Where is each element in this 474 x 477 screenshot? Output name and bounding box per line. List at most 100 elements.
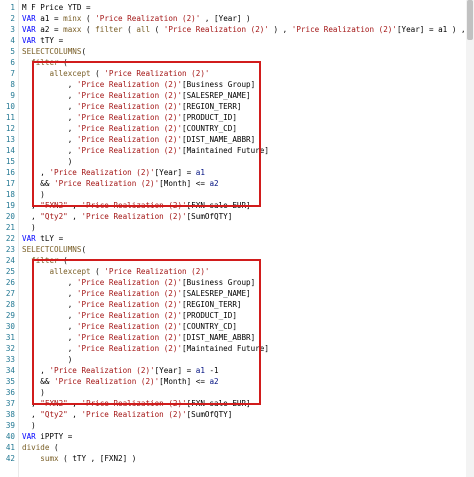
code-token: VAR: [22, 25, 36, 34]
line-number: 28: [5, 300, 15, 309]
code-text: ): [22, 156, 73, 167]
code-line[interactable]: 9 , 'Price Realization (2)'[SALESREP_NAM…: [0, 90, 474, 101]
code-token: ,: [67, 410, 82, 419]
code-line[interactable]: 2 VAR a1 = minx ( 'Price Realization (2)'…: [0, 13, 474, 24]
code-token: 'Price Realization (2)': [49, 366, 155, 375]
code-token: 'Price Realization (2)': [163, 25, 269, 34]
code-line[interactable]: 35 && 'Price Realization (2)'[Month] <= …: [0, 376, 474, 387]
code-line[interactable]: 15 ): [0, 156, 474, 167]
code-line[interactable]: 8 , 'Price Realization (2)'[Business Gro…: [0, 79, 474, 90]
code-line[interactable]: 7 allexcept ( 'Price Realization (2)': [0, 68, 474, 79]
line-number: 34: [5, 366, 15, 375]
code-token: ,: [22, 311, 77, 320]
code-line[interactable]: 41 divide (: [0, 442, 474, 453]
code-token: ,: [22, 344, 77, 353]
code-text: , 'Price Realization (2)'[SALESREP_NAME]: [22, 90, 251, 101]
code-token: tTY =: [35, 36, 64, 45]
vertical-scrollbar[interactable]: [466, 0, 474, 477]
code-text: , 'Price Realization (2)'[COUNTRY_CD]: [22, 123, 237, 134]
code-line[interactable]: 19 , "FXN2" , 'Price Realization (2)'[FX…: [0, 200, 474, 211]
code-line[interactable]: 40 VAR iPPTY =: [0, 431, 474, 442]
code-token: [Maintained Future]: [182, 146, 269, 155]
code-line[interactable]: 28 , 'Price Realization (2)'[REGION_TERR…: [0, 299, 474, 310]
code-line[interactable]: 11 , 'Price Realization (2)'[PRODUCT_ID]: [0, 112, 474, 123]
code-token: 'Price Realization (2)': [76, 124, 183, 133]
code-line[interactable]: 33 ): [0, 354, 474, 365]
code-token: [SALESREP_NAME]: [182, 289, 251, 298]
code-line[interactable]: 36 ): [0, 387, 474, 398]
code-token: [FXN2]: [99, 454, 128, 463]
code-line[interactable]: 10 , 'Price Realization (2)'[REGION_TERR…: [0, 101, 474, 112]
code-token: ): [22, 421, 36, 430]
line-number: 19: [5, 201, 15, 210]
code-token: [Business Group]: [182, 80, 256, 89]
code-token: divide: [22, 443, 50, 452]
code-token: ,: [22, 333, 77, 342]
code-token: ,: [22, 102, 77, 111]
code-token: 'Price Realization (2)': [76, 102, 183, 111]
code-token: a2 =: [35, 25, 64, 34]
code-line[interactable]: 26 , 'Price Realization (2)'[Business Gr…: [0, 277, 474, 288]
code-token: maxx: [63, 25, 82, 34]
code-token: [Month]: [159, 377, 192, 386]
code-token: 'Price Realization (2)': [76, 311, 183, 320]
code-token: [DIST_NAME_ABBR]: [182, 333, 256, 342]
line-number: 38: [5, 410, 15, 419]
code-line[interactable]: 3 VAR a2 = maxx ( filter ( all ( 'Price R…: [0, 24, 474, 35]
code-token: 'Price Realization (2)': [76, 80, 183, 89]
code-line[interactable]: 14 , 'Price Realization (2)'[Maintained …: [0, 145, 474, 156]
line-number: 30: [5, 322, 15, 331]
code-token: (: [90, 267, 105, 276]
code-text: sumx ( tTY , [FXN2] ): [22, 453, 136, 464]
code-line[interactable]: 23 SELECTCOLUMNS(: [0, 244, 474, 255]
line-number: 7: [10, 69, 15, 78]
code-text: ): [22, 354, 73, 365]
code-line[interactable]: 16 , 'Price Realization (2)'[Year] = a1: [0, 167, 474, 178]
code-line[interactable]: 5 SELECTCOLUMNS(: [0, 46, 474, 57]
code-token: =: [182, 168, 196, 177]
line-number: 24: [5, 256, 15, 265]
code-line[interactable]: 20 , "Qty2" , 'Price Realization (2)'[Su…: [0, 211, 474, 222]
code-token: a2: [209, 377, 219, 386]
line-number: 21: [5, 223, 15, 232]
code-line[interactable]: 31 , 'Price Realization (2)'[DIST_NAME_A…: [0, 332, 474, 343]
code-token: tLY =: [35, 234, 64, 243]
code-token: [SumOfQTY]: [186, 410, 233, 419]
code-token: 'Price Realization (2)': [49, 168, 155, 177]
code-line[interactable]: 42 sumx ( tTY , [FXN2] ): [0, 453, 474, 464]
code-text: , 'Price Realization (2)'[PRODUCT_ID]: [22, 112, 237, 123]
code-text: , 'Price Realization (2)'[PRODUCT_ID]: [22, 310, 237, 321]
code-line[interactable]: 24 filter (: [0, 255, 474, 266]
code-text: VAR tLY =: [22, 233, 63, 244]
code-line[interactable]: 39 ): [0, 420, 474, 431]
code-text: filter (: [22, 57, 68, 68]
code-line[interactable]: 22 VAR tLY =: [0, 233, 474, 244]
code-line[interactable]: 27 , 'Price Realization (2)'[SALESREP_NA…: [0, 288, 474, 299]
line-number: 32: [5, 344, 15, 353]
code-line[interactable]: 32 , 'Price Realization (2)'[Maintained …: [0, 343, 474, 354]
code-line[interactable]: 6 filter (: [0, 57, 474, 68]
code-line[interactable]: 21 ): [0, 222, 474, 233]
line-number: 42: [5, 454, 15, 463]
code-line[interactable]: 37 , "FXN2" , 'Price Realization (2)'[FX…: [0, 398, 474, 409]
code-line[interactable]: 4 VAR tTY =: [0, 35, 474, 46]
code-token: 'Price Realization (2)': [54, 377, 160, 386]
scrollbar-thumb[interactable]: [467, 0, 473, 40]
code-line[interactable]: 13 , 'Price Realization (2)'[DIST_NAME_A…: [0, 134, 474, 145]
code-token: &&: [22, 377, 55, 386]
line-number: 2: [10, 14, 15, 23]
code-line[interactable]: 30 , 'Price Realization (2)'[COUNTRY_CD]: [0, 321, 474, 332]
code-token: a1: [195, 168, 205, 177]
code-line[interactable]: 34 , 'Price Realization (2)'[Year] = a1 …: [0, 365, 474, 376]
code-line[interactable]: 1 M F Price YTD =: [0, 2, 474, 13]
code-token: a1: [195, 366, 205, 375]
dax-code-editor[interactable]: 1 M F Price YTD = 2 VAR a1 = minx ( 'Price …: [0, 0, 474, 477]
line-number: 15: [5, 157, 15, 166]
code-line[interactable]: 29 , 'Price Realization (2)'[PRODUCT_ID]: [0, 310, 474, 321]
code-line[interactable]: 18 ): [0, 189, 474, 200]
code-line[interactable]: 25 allexcept ( 'Price Realization (2)': [0, 266, 474, 277]
code-line[interactable]: 38 , "Qty2" , 'Price Realization (2)'[Su…: [0, 409, 474, 420]
code-line[interactable]: 12 , 'Price Realization (2)'[COUNTRY_CD]: [0, 123, 474, 134]
code-line[interactable]: 17 && 'Price Realization (2)'[Month] <= …: [0, 178, 474, 189]
